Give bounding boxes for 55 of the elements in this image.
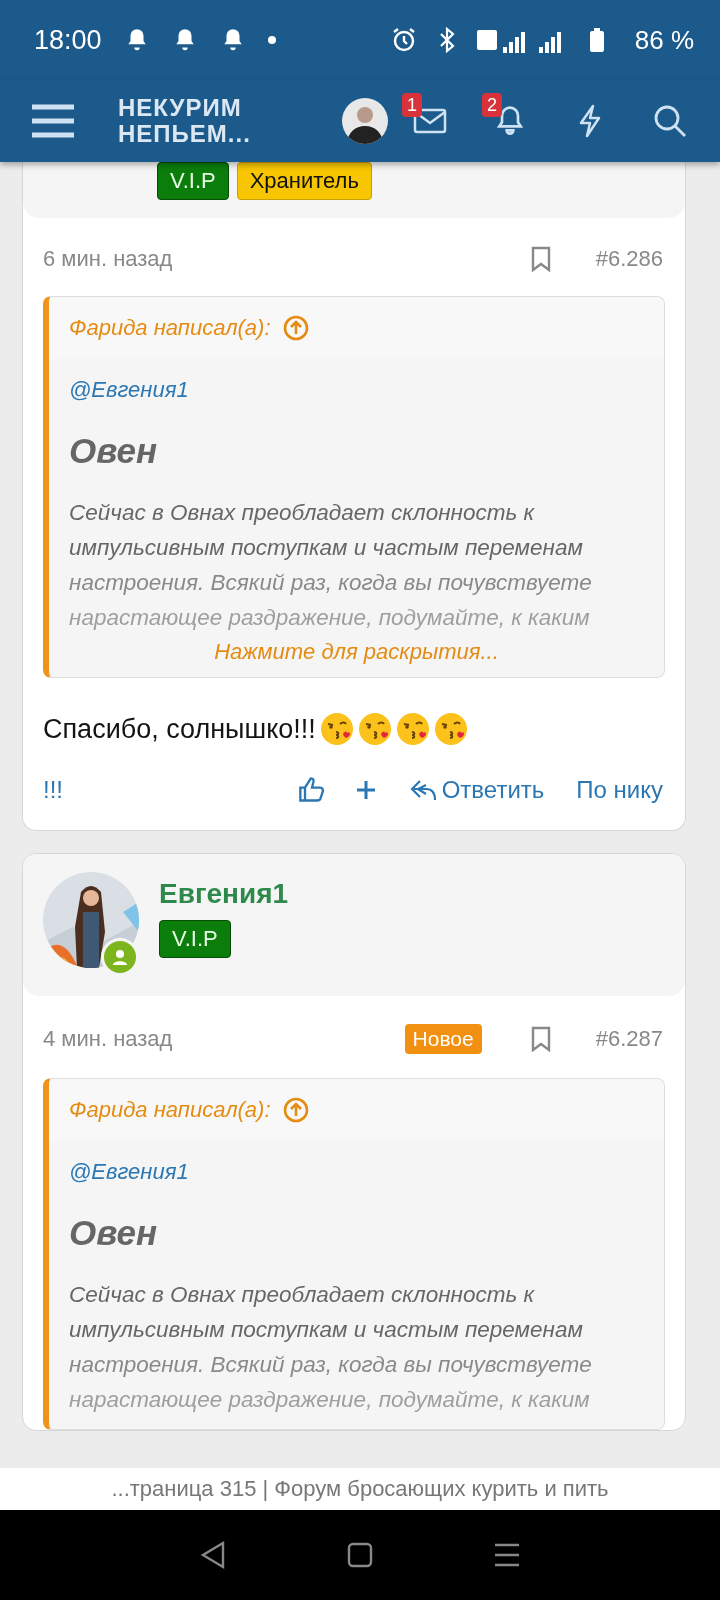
search-icon	[653, 104, 687, 138]
site-logo[interactable]: НЕКУРИМ НЕПЬЕМ...	[118, 95, 251, 147]
post-time[interactable]: 6 мин. назад	[43, 246, 173, 272]
messages-button[interactable]: 1	[400, 91, 460, 151]
quote-heading: Овен	[69, 431, 159, 471]
kiss-emoji-icon	[395, 712, 430, 746]
home-icon[interactable]	[347, 1542, 373, 1568]
unread-count: 2	[482, 93, 502, 117]
quote-text: импульсивным поступкам и частым переменам	[69, 1316, 584, 1344]
reply-arrow-icon	[409, 778, 438, 802]
plus-icon[interactable]	[355, 780, 376, 800]
bluetooth-icon	[438, 27, 455, 53]
quote-text: настроения. Всякий раз, когда вы почувствуете	[69, 569, 593, 597]
lightning-icon	[577, 104, 603, 138]
battery-percent: 86 %	[634, 24, 694, 56]
expand-link[interactable]: Нажмите для раскрытия...	[214, 639, 499, 665]
bookmark-icon[interactable]	[529, 246, 552, 272]
user-badge: V.I.P	[157, 162, 229, 200]
unread-count: 1	[402, 93, 422, 117]
quote-text: нарастающее раздражение, подумайте, к каким	[69, 604, 591, 632]
dot-icon	[267, 36, 276, 44]
quote-author: Фарида написал(а):	[69, 315, 271, 341]
quote-text: нарастающее раздражение, подумайте, к каким	[69, 1386, 591, 1414]
menu-icon[interactable]	[32, 103, 74, 139]
alerts-button[interactable]: 2	[480, 91, 540, 151]
post-message: Спасибо, солнышко!!!	[43, 713, 316, 745]
page-title: ...траница 315 | Форум бросающих курить и пить	[0, 1468, 720, 1510]
kiss-emoji-icon	[319, 712, 354, 746]
like-icon[interactable]	[297, 776, 326, 804]
quote-text: Сейчас в Овнах преобладает склонность к	[69, 499, 536, 527]
status-time: 18:00	[34, 24, 102, 56]
quote-author: Фарида написал(а):	[69, 1097, 271, 1123]
quote-text: импульсивным поступкам и частым переменам	[69, 534, 584, 562]
bookmark-icon[interactable]	[529, 1026, 552, 1052]
quote-text: настроения. Всякий раз, когда вы почувствуете	[69, 1351, 593, 1379]
kiss-emoji-icon	[433, 712, 468, 746]
recent-apps-icon[interactable]	[493, 1542, 520, 1568]
back-icon[interactable]	[200, 1540, 227, 1570]
new-label: Новое	[404, 1024, 482, 1054]
quote-text: Сейчас в Овнах преобладает склонность к	[69, 1281, 536, 1309]
reactions-link[interactable]: !!!	[43, 776, 63, 804]
post-number[interactable]: #6.286	[595, 246, 663, 272]
alerts-bell-icon	[494, 105, 526, 137]
mention-link[interactable]: @Евгения1	[69, 377, 189, 403]
reply-link[interactable]: Ответить	[409, 776, 545, 804]
post-number[interactable]: #6.287	[595, 1026, 663, 1052]
battery-icon	[588, 27, 605, 53]
username[interactable]: Евгения1	[159, 878, 289, 910]
post-time[interactable]: 4 мин. назад	[43, 1026, 173, 1052]
user-badge: Хранитель	[236, 162, 372, 200]
mention-link[interactable]: @Евгения1	[69, 1159, 189, 1185]
quote-heading: Овен	[69, 1213, 159, 1253]
quote-by-nick-link[interactable]: По нику	[576, 776, 663, 804]
kiss-emoji-icon	[357, 712, 392, 746]
user-badge: V.I.P	[159, 920, 231, 958]
